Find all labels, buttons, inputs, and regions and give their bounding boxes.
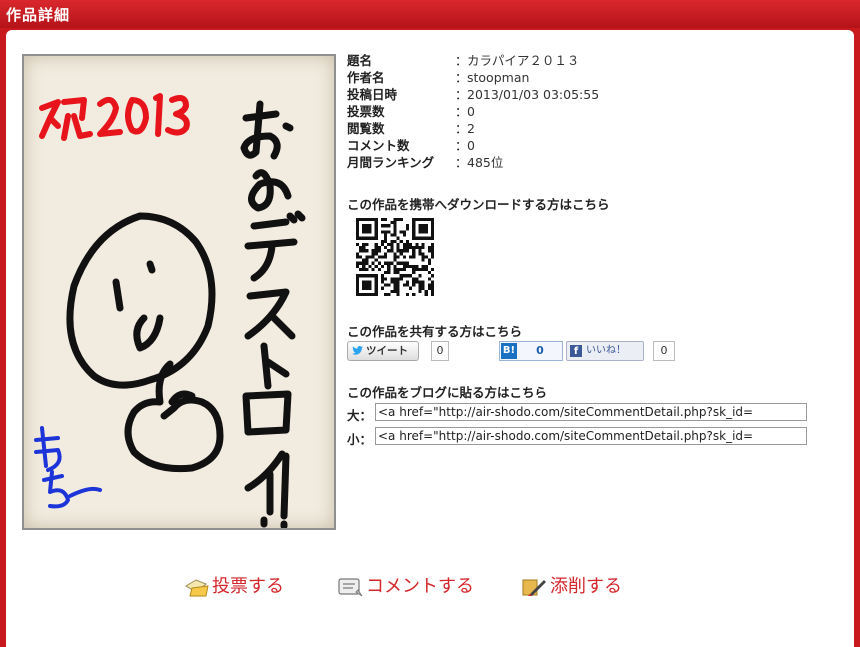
meta-comments-row: コメント数 ：0 — [347, 137, 599, 154]
comment-label: コメントする — [366, 576, 474, 597]
vote-button[interactable]: 投票する — [182, 574, 312, 600]
meta-value-comments: 0 — [467, 138, 475, 153]
meta-value-views: 2 — [467, 121, 475, 136]
meta-colon: ： — [455, 155, 468, 170]
correct-button[interactable]: 添削する — [520, 574, 650, 600]
tweet-count: 0 — [431, 341, 449, 361]
hatena-icon: B! — [501, 343, 517, 359]
page-title: 作品詳細 — [6, 6, 71, 24]
meta-date-row: 投稿日時 ：2013/01/03 03:05:55 — [347, 86, 599, 103]
meta-value-title: カラパイア２０１３ — [467, 53, 580, 68]
meta-colon: ： — [455, 138, 468, 153]
vote-card-icon — [185, 579, 209, 597]
tweet-button[interactable]: ツイート — [347, 341, 419, 361]
meta-colon: ： — [455, 70, 468, 85]
meta-label: 題名 — [347, 53, 373, 68]
meta-colon: ： — [455, 53, 468, 68]
artwork-image — [22, 54, 336, 530]
qr-code-image[interactable] — [356, 218, 434, 296]
facebook-like-label: いいね！ — [586, 345, 626, 356]
meta-value-ranking: 485位 — [467, 155, 504, 170]
blue-signature — [34, 426, 102, 509]
share-buttons: ツイート 0 B! 0 f いいね！ 0 — [347, 341, 687, 361]
embed-large-label: 大： — [347, 408, 373, 423]
embed-small-label: 小： — [347, 432, 373, 447]
facebook-icon: f — [570, 345, 582, 357]
meta-votes-row: 投票数 ：0 — [347, 103, 599, 120]
meta-colon: ： — [455, 87, 468, 102]
hatena-count: 0 — [536, 344, 544, 357]
embed-small-input[interactable] — [375, 427, 807, 445]
artwork-drawing — [34, 93, 306, 528]
tweet-label: ツイート — [366, 345, 408, 357]
face-doodle — [66, 212, 224, 473]
vote-label: 投票する — [212, 576, 284, 597]
detail-panel: 題名 ：カラパイア２０１３ 作者名 ：stoopman 投稿日時 ：2013/01/0… — [6, 30, 854, 647]
meta-title-row: 題名 ：カラパイア２０１３ — [347, 52, 599, 69]
meta-colon: ： — [455, 121, 468, 136]
correct-label: 添削する — [550, 576, 622, 597]
app-frame: 作品詳細 題名 ：カラパイア２０１３ 作者名 ：stoopman 投稿日時 ：2… — [0, 0, 860, 647]
meta-value-author: stoopman — [467, 70, 530, 85]
share-section-title: この作品を共有する方はこちら — [347, 324, 523, 339]
meta-views-row: 閲覧数 ：2 — [347, 120, 599, 137]
meta-value-votes: 0 — [467, 104, 475, 119]
comment-button[interactable]: コメントする — [336, 574, 506, 600]
twitter-bird-icon — [352, 346, 363, 355]
meta-label: 作者名 — [347, 70, 385, 85]
meta-label: 月間ランキング — [347, 155, 435, 170]
meta-label: 投票数 — [347, 104, 385, 119]
embed-large-input[interactable] — [375, 403, 807, 421]
download-section-title: この作品を携帯へダウンロードする方はこちら — [347, 197, 610, 212]
meta-label: コメント数 — [347, 138, 410, 153]
facebook-like-button[interactable]: f いいね！ — [566, 341, 644, 361]
facebook-count: 0 — [653, 341, 675, 361]
meta-label: 閲覧数 — [347, 121, 385, 136]
comment-icon — [338, 578, 363, 597]
meta-ranking-row: 月間ランキング ：485位 — [347, 154, 599, 171]
hatena-bookmark-button[interactable]: B! 0 — [499, 341, 563, 361]
meta-value-date: 2013/01/03 03:05:55 — [467, 87, 600, 102]
meta-author-row: 作者名 ：stoopman — [347, 69, 599, 86]
black-main-lettering — [240, 100, 306, 528]
header-bar: 作品詳細 — [0, 0, 860, 28]
brush-correction-icon — [522, 579, 546, 596]
blog-section-title: この作品をブログに貼る方はこちら — [347, 385, 548, 400]
red-new-year-lettering — [39, 93, 190, 141]
meta-colon: ： — [455, 104, 468, 119]
work-metadata: 題名 ：カラパイア２０１３ 作者名 ：stoopman 投稿日時 ：2013/01/0… — [347, 52, 599, 171]
meta-label: 投稿日時 — [347, 87, 398, 102]
